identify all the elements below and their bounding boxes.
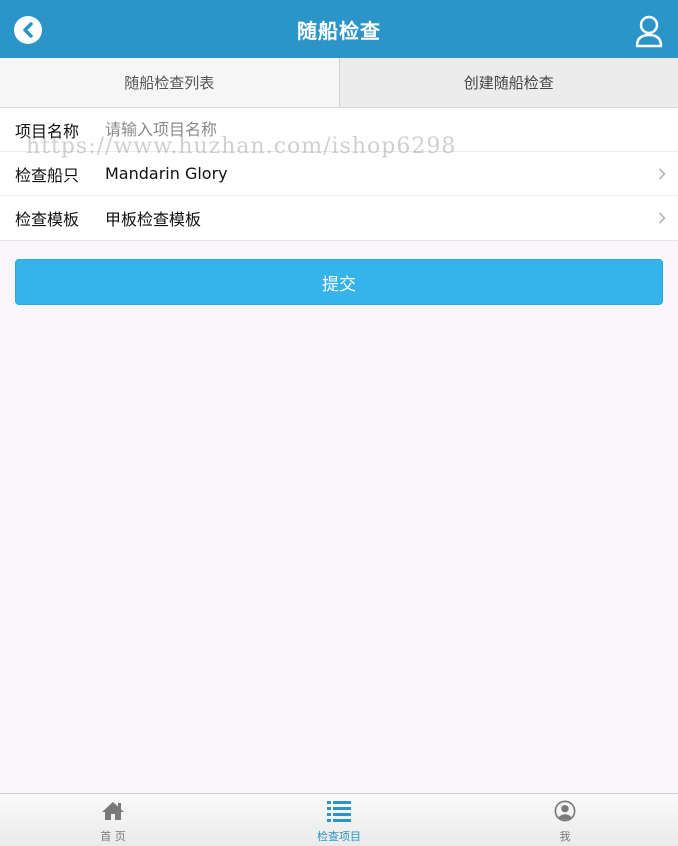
header-bar: 随船检查 [0,0,678,58]
submit-button[interactable]: 提交 [15,259,663,305]
chevron-left-icon [23,22,33,38]
ship-select-row[interactable]: 检查船只 Mandarin Glory [0,152,678,196]
tab-inspection-list[interactable]: 随船检查列表 [0,58,340,107]
back-button[interactable] [14,16,42,44]
user-circle-icon [554,800,576,822]
tabbar-label-home: 首 页 [100,830,126,843]
user-button[interactable] [634,14,664,48]
tabbar-item-me[interactable]: 我 [452,794,678,846]
tab-create-inspection[interactable]: 创建随船检查 [339,58,678,107]
template-select-row[interactable]: 检查模板 甲板检查模板 [0,196,678,240]
project-name-row: 项目名称 [0,108,678,152]
tabbar-item-home[interactable]: 首 页 [0,794,226,846]
tabbar-label-me: 我 [559,830,571,843]
template-label: 检查模板 [15,210,80,229]
project-name-input[interactable] [105,109,678,150]
tabbar-label-inspections: 检查项目 [317,830,361,843]
ship-value: Mandarin Glory [105,164,228,183]
user-outline-icon [635,15,663,48]
template-value: 甲板检查模板 [105,210,202,229]
inspection-form: 项目名称 检查船只 Mandarin Glory 检查模板 甲板检查模板 [0,108,678,241]
tabbar-item-inspections[interactable]: 检查项目 [226,794,452,846]
segment-tabs: 随船检查列表 创建随船检查 [0,58,678,108]
project-name-label: 项目名称 [15,121,80,141]
page-title: 随船检查 [297,18,381,43]
chevron-right-icon [658,212,666,224]
home-icon [102,802,124,820]
chevron-right-icon [658,168,666,180]
bottom-tab-bar: 首 页 检查项目 我 [0,793,678,846]
ship-label: 检查船只 [15,165,80,185]
list-icon [327,801,351,822]
